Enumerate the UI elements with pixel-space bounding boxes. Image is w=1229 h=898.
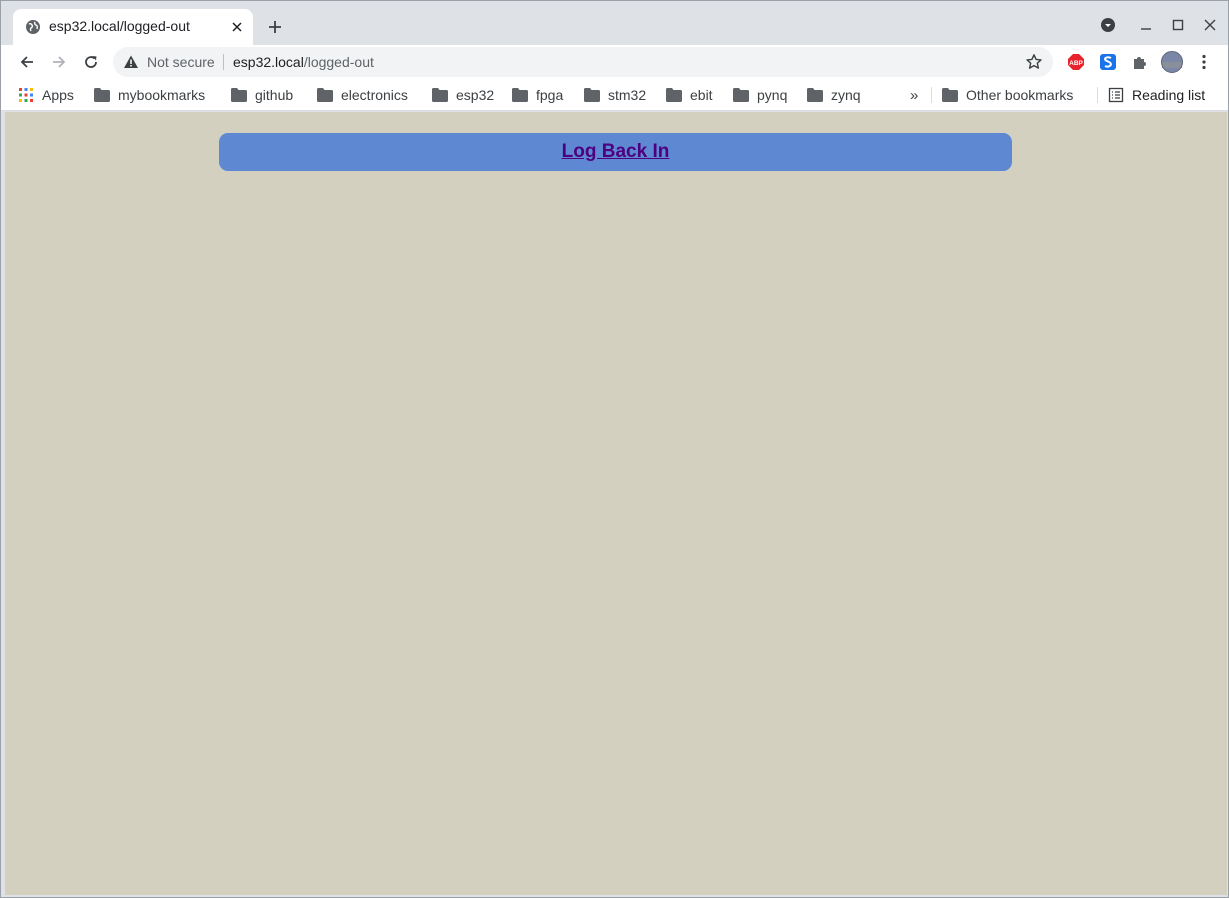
extensions-puzzle-icon[interactable] [1129, 51, 1151, 73]
folder-icon [317, 88, 333, 102]
address-bar[interactable]: Not secure esp32.local/logged-out [113, 47, 1053, 77]
bookmark-star-icon[interactable] [1025, 53, 1043, 71]
extension-s-icon[interactable] [1097, 51, 1119, 73]
back-icon[interactable] [13, 48, 41, 76]
bookmark-label: github [255, 87, 294, 103]
bookmark-folder-other[interactable]: Other bookmarks [942, 85, 1073, 105]
toolbar: Not secure esp32.local/logged-out ABP [1, 45, 1228, 79]
reload-icon[interactable] [77, 48, 105, 76]
bookmark-label: mybookmarks [118, 87, 206, 103]
maximize-icon[interactable] [1164, 11, 1192, 39]
reading-list-button[interactable]: Reading list [1108, 85, 1205, 105]
security-status-label[interactable]: Not secure [147, 54, 215, 70]
bookmark-folder-ebit[interactable]: ebit [666, 85, 713, 105]
bookmark-folder-electronics[interactable]: electronics [317, 85, 408, 105]
page-content: Log Back In [5, 112, 1227, 895]
login-banner: Log Back In [219, 133, 1012, 171]
folder-icon [584, 88, 600, 102]
bookmark-folder-fpga[interactable]: fpga [512, 85, 563, 105]
bookmark-label: fpga [536, 87, 564, 103]
bookmarks-divider [1097, 87, 1098, 103]
bookmark-folder-pynq[interactable]: pynq [733, 85, 787, 105]
bookmark-label: stm32 [608, 87, 647, 103]
forward-icon[interactable] [45, 48, 73, 76]
tab-active[interactable]: esp32.local/logged-out [13, 9, 253, 45]
omnibox-divider [223, 54, 224, 70]
bookmark-folder-zynq[interactable]: zynq [807, 85, 861, 105]
warning-icon[interactable] [123, 54, 139, 70]
bookmark-label: Other bookmarks [966, 87, 1074, 103]
reading-list-icon [1108, 87, 1124, 103]
folder-icon [807, 88, 823, 102]
globe-icon [26, 20, 40, 34]
folder-icon [733, 88, 749, 102]
bookmarks-overflow-chevron-icon[interactable]: » [910, 85, 918, 105]
bookmark-label: Apps [42, 87, 74, 103]
bookmark-folder-mybookmarks[interactable]: mybookmarks [94, 85, 205, 105]
bookmark-folder-github[interactable]: github [231, 85, 293, 105]
folder-icon [231, 88, 247, 102]
new-tab-icon[interactable] [263, 15, 287, 39]
url-text[interactable]: esp32.local/logged-out [233, 54, 374, 70]
bookmark-label: ebit [690, 87, 713, 103]
bookmarks-bar: Apps mybookmarks github electronics esp3… [1, 79, 1228, 111]
browser-window: esp32.local/logged-out Not secure esp32.… [0, 0, 1229, 898]
tab-strip: esp32.local/logged-out [1, 1, 1228, 45]
profile-avatar[interactable] [1160, 50, 1184, 74]
bookmarks-divider [931, 87, 932, 103]
tab-search-icon[interactable] [1094, 11, 1122, 39]
bookmark-label: esp32 [456, 87, 495, 103]
log-back-in-link[interactable]: Log Back In [562, 141, 670, 163]
close-tab-icon[interactable] [227, 17, 247, 37]
tab-title: esp32.local/logged-out [49, 18, 190, 34]
bookmark-label: pynq [757, 87, 788, 103]
folder-icon [666, 88, 682, 102]
url-host: esp32.local [233, 54, 304, 70]
folder-icon [94, 88, 110, 102]
folder-icon [942, 88, 958, 102]
apps-grid-icon [19, 88, 33, 102]
folder-icon [432, 88, 448, 102]
bookmark-apps[interactable]: Apps [18, 85, 74, 105]
close-window-icon[interactable] [1196, 11, 1224, 39]
bookmark-label: zynq [831, 87, 861, 103]
bookmark-label: electronics [341, 87, 408, 103]
bookmark-folder-esp32[interactable]: esp32 [432, 85, 494, 105]
minimize-icon[interactable] [1132, 11, 1160, 39]
menu-kebab-icon[interactable] [1193, 51, 1215, 73]
url-path: /logged-out [303, 54, 374, 70]
abp-text: ABP [1069, 60, 1083, 67]
folder-icon [512, 88, 528, 102]
reading-list-label: Reading list [1132, 87, 1206, 103]
adblock-icon[interactable]: ABP [1065, 51, 1087, 73]
bookmark-folder-stm32[interactable]: stm32 [584, 85, 646, 105]
